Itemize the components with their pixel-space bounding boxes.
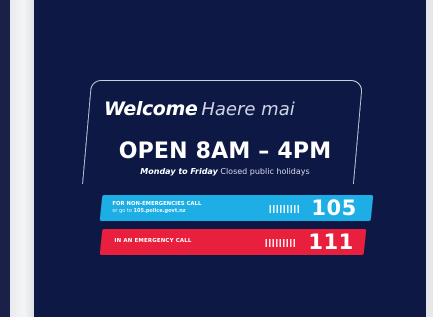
website-prefix: or go to xyxy=(112,208,134,214)
non-emergency-website-line: or go to 105.police.govt.nz xyxy=(112,208,185,214)
opening-days-note: Closed public holidays xyxy=(220,167,310,176)
emergency-label: IN AN EMERGENCY CALL xyxy=(114,238,192,244)
website-link: 105.police.govt.nz xyxy=(133,208,186,214)
welcome-heading: Welcome Haere mai xyxy=(104,100,344,119)
emergency-bar: IN AN EMERGENCY CALL 111 xyxy=(99,229,367,255)
opening-hours: OPEN 8AM – 4PM xyxy=(118,139,332,164)
non-emergency-bar: FOR NON-EMERGENCIES CALL or go to 105.po… xyxy=(99,195,374,221)
welcome-text: Welcome xyxy=(104,98,198,120)
left-door-edge xyxy=(0,0,10,317)
wall-gap xyxy=(10,0,34,317)
opening-days-bold: Monday to Friday xyxy=(140,167,218,176)
non-emergency-number: 105 xyxy=(311,196,357,220)
opening-days: Monday to Friday Closed public holidays xyxy=(98,168,352,176)
non-emergency-label: FOR NON-EMERGENCIES CALL xyxy=(112,201,202,207)
right-wall-edge xyxy=(426,0,433,317)
welcome-maori-text: Haere mai xyxy=(201,99,295,120)
chevron-stripes-icon xyxy=(269,205,300,213)
chevron-stripes-icon xyxy=(265,239,296,247)
emergency-number: 111 xyxy=(308,230,354,254)
